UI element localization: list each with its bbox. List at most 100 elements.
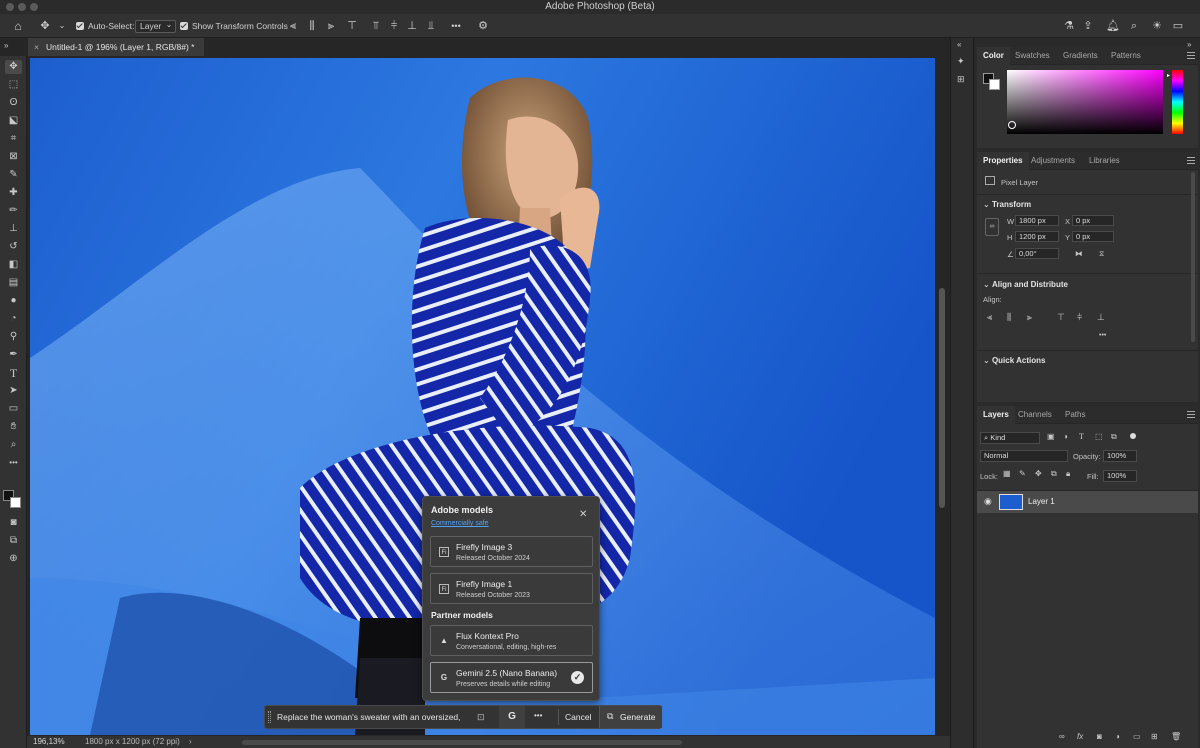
brush-tool-icon[interactable]: ✏ xyxy=(5,204,22,218)
marquee-tool-icon[interactable]: ⬚ xyxy=(5,78,22,92)
move-tool-icon[interactable]: ✥ xyxy=(38,19,52,33)
model-option-gemini-2-5[interactable]: G Gemini 2.5 (Nano Banana) Preserves det… xyxy=(430,662,593,693)
model-option-flux-kontext-pro[interactable]: ▲ Flux Kontext Pro Conversational, editi… xyxy=(430,625,593,656)
cancel-button[interactable]: Cancel xyxy=(565,712,591,722)
lightbulb-icon[interactable]: ☀ xyxy=(1150,19,1164,33)
quick-actions-section-header[interactable]: Quick Actions xyxy=(983,356,1046,365)
new-layer-icon[interactable]: ⊞ xyxy=(1151,732,1158,741)
panel-menu-icon[interactable] xyxy=(1187,52,1195,59)
align-right-edges-icon[interactable]: ⫸ xyxy=(324,19,338,33)
add-mask-icon[interactable]: ◙ xyxy=(1097,732,1102,741)
edit-toolbar-icon[interactable]: ••• xyxy=(5,456,22,470)
eye-icon[interactable]: ◉ xyxy=(984,496,992,507)
fill-field[interactable]: 100% xyxy=(1103,470,1137,482)
lock-transparent-icon[interactable]: ▦ xyxy=(1003,469,1011,478)
commercially-safe-link[interactable]: Commercially safe xyxy=(431,520,489,527)
gear-icon[interactable]: ⚙ xyxy=(476,19,490,33)
move-tool-icon[interactable]: ✥ xyxy=(5,60,22,74)
align-distribute-section-header[interactable]: Align and Distribute xyxy=(983,280,1068,289)
flip-horizontal-icon[interactable]: ⧓ xyxy=(1075,249,1083,258)
lock-image-icon[interactable]: ✎ xyxy=(1019,469,1026,478)
filter-type-icon[interactable]: T xyxy=(1079,432,1084,441)
pen-tool-icon[interactable]: ✒ xyxy=(5,348,22,362)
path-selection-tool-icon[interactable]: ➤ xyxy=(5,384,22,398)
adjustment-layer-icon[interactable]: ◑ xyxy=(1115,732,1120,741)
history-icon[interactable]: ⊞ xyxy=(957,74,965,85)
close-window-button[interactable] xyxy=(6,3,14,11)
align-top-edges-icon[interactable]: ⊤ xyxy=(345,19,359,33)
healing-brush-tool-icon[interactable]: ✚ xyxy=(5,186,22,200)
generate-button[interactable]: ⧉ Generate xyxy=(599,706,662,728)
filter-smart-object-icon[interactable]: ⧉ xyxy=(1111,432,1117,442)
tab-adjustments[interactable]: Adjustments xyxy=(1025,152,1081,170)
zoom-level[interactable]: 196,13% xyxy=(33,736,65,748)
status-menu-arrow[interactable]: › xyxy=(189,736,192,748)
tab-color[interactable]: Color xyxy=(977,47,1010,65)
eyedropper-tool-icon[interactable]: ✎ xyxy=(5,168,22,182)
frame-tool-icon[interactable]: ⊠ xyxy=(5,150,22,164)
tab-libraries[interactable]: Libraries xyxy=(1083,152,1126,170)
hue-slider[interactable] xyxy=(1172,70,1183,134)
tab-patterns[interactable]: Patterns xyxy=(1105,47,1147,65)
lock-all-icon[interactable]: 🔒︎ xyxy=(1066,469,1070,479)
align-center-h-icon[interactable]: ⫼ xyxy=(1007,312,1011,323)
align-horizontal-centers-icon[interactable]: ⫼ xyxy=(305,19,319,33)
model-option-firefly-image-1[interactable]: Fi Firefly Image 1 Released October 2023 xyxy=(430,573,593,604)
tab-layers[interactable]: Layers xyxy=(977,406,1015,424)
flip-vertical-icon[interactable]: ⧖ xyxy=(1099,249,1104,259)
layer-row[interactable]: ◉ Layer 1 xyxy=(977,491,1198,513)
more-options-button[interactable]: ••• xyxy=(449,19,463,33)
collapse-chevrons-icon[interactable]: » xyxy=(4,41,8,50)
align-right-icon[interactable]: ⫸ xyxy=(1027,312,1032,323)
home-icon[interactable]: ⌂ xyxy=(11,19,25,33)
tab-properties[interactable]: Properties xyxy=(977,152,1029,170)
filter-adjustment-icon[interactable]: ◑ xyxy=(1063,432,1068,441)
layer-filter-dropdown[interactable]: ⌕ Kind xyxy=(980,432,1040,444)
zoom-tool-icon[interactable]: ⌕ xyxy=(5,438,22,452)
clone-stamp-tool-icon[interactable]: ⊥ xyxy=(5,222,22,236)
align-center-v-icon[interactable]: ⫩ xyxy=(1077,312,1082,323)
quick-mask-icon[interactable]: ◙ xyxy=(5,516,22,530)
workspace-icon[interactable]: ▭ xyxy=(1171,19,1185,33)
properties-scrollbar[interactable] xyxy=(1191,172,1195,342)
more-options-button[interactable]: ••• xyxy=(534,711,542,720)
background-color-swatch[interactable] xyxy=(10,497,21,508)
background-color-swatch[interactable] xyxy=(989,79,1000,90)
prompt-input[interactable]: Replace the woman's sweater with an over… xyxy=(277,712,472,722)
align-more-button[interactable]: ••• xyxy=(1099,332,1106,339)
horizontal-scrollbar-thumb[interactable] xyxy=(242,740,682,745)
align-bottom-icon[interactable]: ⫫ xyxy=(424,19,438,33)
collapse-chevrons-icon[interactable]: « xyxy=(957,40,961,49)
filter-toggle[interactable] xyxy=(1130,433,1136,439)
fx-icon[interactable]: fx xyxy=(1077,732,1083,741)
align-vertical-top-icon[interactable]: ⫪ xyxy=(369,19,383,33)
object-selection-tool-icon[interactable]: ⬕ xyxy=(5,114,22,128)
x-field[interactable]: 0 px xyxy=(1072,215,1114,226)
align-left-icon[interactable]: ⫷ xyxy=(987,312,992,323)
width-field[interactable]: 1800 px xyxy=(1015,215,1059,226)
crop-tool-icon[interactable]: ⌗ xyxy=(5,132,22,146)
beaker-icon[interactable]: ⚗ xyxy=(1062,19,1076,33)
filter-pixel-icon[interactable]: ▣ xyxy=(1047,432,1055,441)
trash-icon[interactable]: 🗑︎ xyxy=(1171,732,1181,741)
bell-icon[interactable]: 🔔︎ xyxy=(1106,19,1120,33)
type-tool-icon[interactable]: T xyxy=(5,366,22,380)
height-field[interactable]: 1200 px xyxy=(1015,231,1059,242)
blur-tool-icon[interactable]: ● xyxy=(5,294,22,308)
generative-icon[interactable]: ✦ xyxy=(957,56,965,67)
link-layers-icon[interactable]: ∞ xyxy=(1059,732,1065,741)
dodge-tool-icon[interactable]: ◔ xyxy=(5,312,22,326)
panel-menu-icon[interactable] xyxy=(1187,157,1195,164)
scrollbar-thumb[interactable] xyxy=(939,288,945,508)
align-vertical-centers-icon[interactable]: ⫩ xyxy=(387,19,401,33)
color-picker-handle[interactable] xyxy=(1008,121,1016,129)
tab-swatches[interactable]: Swatches xyxy=(1009,47,1056,65)
dodge-burn-tool-icon[interactable]: ⚲ xyxy=(5,330,22,344)
tab-paths[interactable]: Paths xyxy=(1059,406,1091,424)
auto-select-dropdown[interactable]: Layer xyxy=(135,18,177,34)
zoom-window-button[interactable] xyxy=(30,3,38,11)
model-option-firefly-image-3[interactable]: Fi Firefly Image 3 Released October 2024 xyxy=(430,536,593,567)
align-bottom-edges-icon[interactable]: ⊥ xyxy=(405,19,419,33)
new-group-icon[interactable]: ▭ xyxy=(1133,732,1141,741)
document-tab[interactable]: × Untitled-1 @ 196% (Layer 1, RGB/8#) * xyxy=(28,38,205,56)
